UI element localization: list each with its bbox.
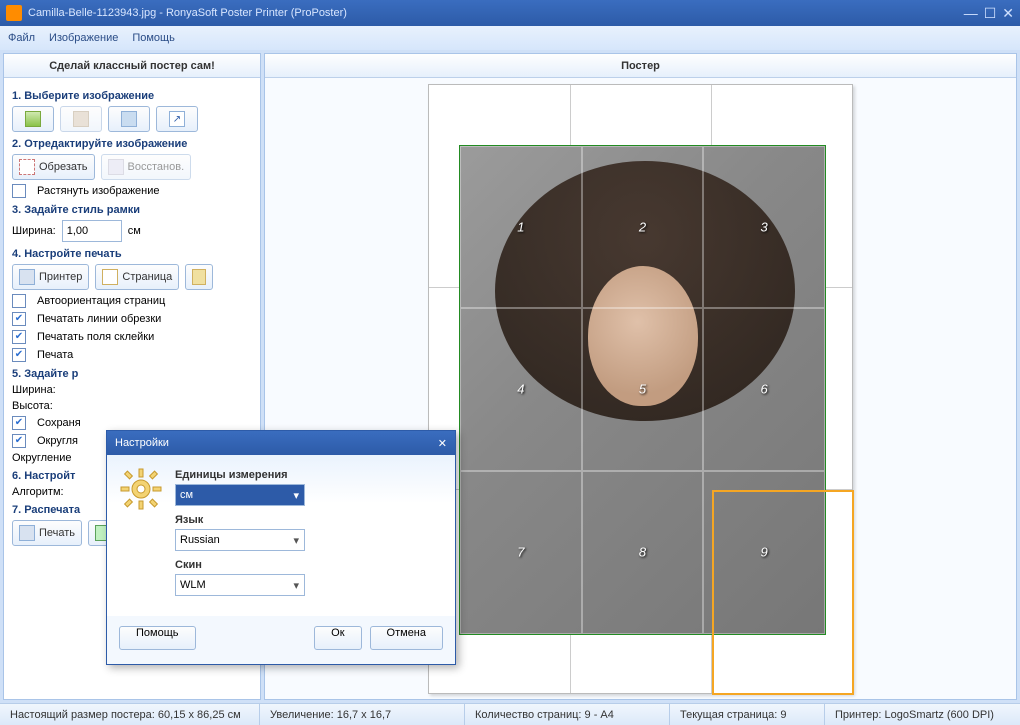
print-partial-checkbox[interactable] [12, 348, 26, 362]
tile-6: 6 [761, 382, 768, 397]
keep-ratio-checkbox[interactable] [12, 416, 26, 430]
status-page-count: Количество страниц: 9 - A4 [465, 704, 670, 725]
section-2-title: 2. Отредактируйте изображение [12, 138, 252, 150]
paste-icon [73, 111, 89, 127]
external-image-button[interactable] [156, 106, 198, 132]
maximize-button[interactable]: ☐ [984, 5, 997, 22]
printer-icon [19, 269, 35, 285]
gear-icon [119, 467, 163, 604]
cut-lines-checkbox[interactable] [12, 312, 26, 326]
close-button[interactable]: ✕ [1002, 5, 1014, 22]
minimize-button[interactable]: — [964, 5, 978, 22]
poster-sheet: 1 2 3 4 5 6 7 8 9 [428, 84, 853, 694]
paste-image-button[interactable] [60, 106, 102, 132]
restore-icon [108, 159, 124, 175]
settings-dialog: Настройки ✕ Единицы измерения см Язык Ru… [106, 430, 456, 665]
status-real-size: Настоящий размер постера: 60,15 x 86,25 … [0, 704, 260, 725]
print-button[interactable]: Печать [12, 520, 82, 546]
menu-file[interactable]: Файл [8, 32, 35, 44]
menu-image[interactable]: Изображение [49, 32, 118, 44]
printer-button[interactable]: Принтер [12, 264, 89, 290]
restore-button[interactable]: Восстанов. [101, 154, 192, 180]
scanner-icon [121, 111, 137, 127]
open-image-button[interactable] [12, 106, 54, 132]
section-3-title: 3. Задайте стиль рамки [12, 204, 252, 216]
right-panel-header: Постер [265, 54, 1016, 78]
settings-dialog-title: Настройки [115, 437, 169, 449]
stretch-label: Растянуть изображение [37, 185, 160, 197]
section-4-title: 4. Настройте печать [12, 248, 252, 260]
external-link-icon [169, 111, 185, 127]
settings-close-button[interactable]: ✕ [438, 437, 447, 450]
statusbar: Настоящий размер постера: 60,15 x 86,25 … [0, 703, 1020, 725]
settings-cancel-button[interactable]: Отмена [370, 626, 443, 650]
tile-9: 9 [761, 545, 768, 560]
round-checkbox[interactable] [12, 434, 26, 448]
status-zoom: Увеличение: 16,7 x 16,7 [260, 704, 465, 725]
tile-2: 2 [639, 219, 646, 234]
units-label: Единицы измерения [175, 469, 443, 481]
auto-orient-checkbox[interactable] [12, 294, 26, 308]
page-icon [102, 269, 118, 285]
status-printer: Принтер: LogoSmartz (600 DPI) [825, 704, 1020, 725]
page-button[interactable]: Страница [95, 264, 179, 290]
crop-icon [19, 159, 35, 175]
tile-5: 5 [639, 382, 646, 397]
stretch-checkbox[interactable] [12, 184, 26, 198]
settings-dialog-titlebar: Настройки ✕ [107, 431, 455, 455]
settings-ok-button[interactable]: Ок [314, 626, 361, 650]
poster-height-label: Высота: [12, 400, 53, 412]
tile-3: 3 [761, 219, 768, 234]
open-icon [25, 111, 41, 127]
units-dropdown[interactable]: см [175, 484, 305, 506]
language-dropdown[interactable]: Russian [175, 529, 305, 551]
app-icon [6, 5, 22, 21]
window-title: Camilla-Belle-1123943.jpg - RonyaSoft Po… [28, 7, 347, 19]
section-5-title: 5. Задайте р [12, 368, 252, 380]
skin-dropdown[interactable]: WLM [175, 574, 305, 596]
language-label: Язык [175, 514, 443, 526]
tile-4: 4 [517, 382, 524, 397]
poster-width-label: Ширина: [12, 384, 56, 396]
scan-image-button[interactable] [108, 106, 150, 132]
tile-8: 8 [639, 545, 646, 560]
titlebar: Camilla-Belle-1123943.jpg - RonyaSoft Po… [0, 0, 1020, 26]
glue-fields-checkbox[interactable] [12, 330, 26, 344]
settings-icon [192, 269, 206, 285]
menu-help[interactable]: Помощь [132, 32, 175, 44]
section-1-title: 1. Выберите изображение [12, 90, 252, 102]
rounding-label: Округление [12, 452, 72, 464]
menubar: Файл Изображение Помощь [0, 26, 1020, 50]
border-width-unit: см [128, 225, 141, 237]
status-current-page: Текущая страница: 9 [670, 704, 825, 725]
left-panel-header: Сделай классный постер сам! [4, 54, 260, 78]
tile-7: 7 [517, 545, 524, 560]
print-icon [19, 525, 35, 541]
skin-label: Скин [175, 559, 443, 571]
poster-image: 1 2 3 4 5 6 7 8 9 [459, 145, 826, 635]
border-width-input[interactable]: 1,00 [62, 220, 122, 242]
settings-help-button[interactable]: Помощь [119, 626, 196, 650]
crop-button[interactable]: Обрезать [12, 154, 95, 180]
page-settings-button[interactable] [185, 264, 213, 290]
tile-1: 1 [517, 219, 524, 234]
algorithm-label: Алгоритм: [12, 486, 64, 498]
border-width-label: Ширина: [12, 225, 56, 237]
